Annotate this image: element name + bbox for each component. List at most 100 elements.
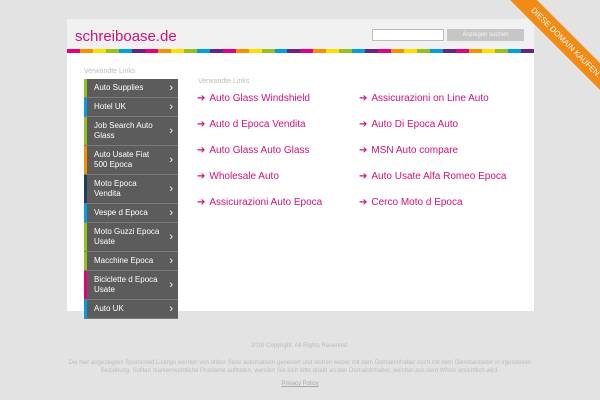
chevron-right-icon: › xyxy=(169,303,173,315)
arrow-right-icon: ➔ xyxy=(197,197,206,208)
related-link[interactable]: ➔ Cerco Moto d Epoca xyxy=(359,197,463,208)
related-link-label: Assicurazioni Auto Epoca xyxy=(209,197,323,208)
arrow-right-icon: ➔ xyxy=(359,119,368,130)
rainbow-segment xyxy=(391,49,405,53)
sidebar-item-label: Vespe d Epoca xyxy=(94,208,148,217)
sidebar-item[interactable]: Job Search Auto Glass › xyxy=(84,117,178,146)
rainbow-segment xyxy=(443,49,457,53)
chevron-right-icon: › xyxy=(169,231,173,243)
rainbow-segment xyxy=(300,49,314,53)
arrow-right-icon: ➔ xyxy=(197,145,206,156)
rainbow-segment xyxy=(222,49,236,53)
links-title: Verwandte Links xyxy=(198,78,250,85)
rainbow-segment xyxy=(326,49,340,53)
rainbow-segment xyxy=(494,49,508,53)
related-link[interactable]: ➔ Wholesale Auto xyxy=(197,171,279,182)
related-link-label: Assicurazioni on Line Auto xyxy=(371,93,489,104)
sidebar-item-stripe xyxy=(84,146,87,174)
search-input[interactable] xyxy=(372,29,444,41)
sidebar-item[interactable]: Auto Supplies › xyxy=(84,79,178,98)
related-link-label: Auto Di Epoca Auto xyxy=(371,119,459,130)
sidebar-item-label: Moto Guzzi Epoca Usate xyxy=(94,227,160,246)
sidebar-item-label: Job Search Auto Glass xyxy=(94,121,153,140)
sidebar-item-stripe xyxy=(84,79,87,97)
related-link[interactable]: ➔ Auto Glass Windshield xyxy=(197,93,310,104)
rainbow-segment xyxy=(79,49,93,53)
search-button[interactable]: Anzeigen suchen xyxy=(447,29,524,41)
arrow-right-icon: ➔ xyxy=(359,171,368,182)
sidebar-item-stripe xyxy=(84,175,87,203)
sidebar-item[interactable]: Macchine Epoca › xyxy=(84,252,178,271)
related-link-label: MSN Auto compare xyxy=(371,145,459,156)
related-link[interactable]: ➔ Assicurazioni Auto Epoca xyxy=(197,197,322,208)
related-link-label: Auto Glass Windshield xyxy=(209,93,310,104)
related-link[interactable]: ➔ Assicurazioni on Line Auto xyxy=(359,93,489,104)
arrow-right-icon: ➔ xyxy=(359,197,368,208)
rainbow-segment xyxy=(482,49,495,53)
related-link[interactable]: ➔ MSN Auto compare xyxy=(359,145,458,156)
arrow-right-icon: ➔ xyxy=(359,145,368,156)
related-link[interactable]: ➔ Auto Glass Auto Glass xyxy=(197,145,309,156)
copyright: 2018 Copyright. All Rights Reserved. xyxy=(250,343,350,349)
rainbow-segment xyxy=(118,49,132,53)
sidebar-item-label: Moto Epoca Vendita xyxy=(94,179,137,198)
sidebar-title: Verwandte Links xyxy=(84,68,136,75)
rainbow-segment xyxy=(157,49,171,53)
related-link-label: Wholesale Auto xyxy=(209,171,279,182)
chevron-right-icon: › xyxy=(169,101,173,113)
rainbow-segment xyxy=(378,49,392,53)
rainbow-segment xyxy=(235,49,249,53)
related-link[interactable]: ➔ Auto Di Epoca Auto xyxy=(359,119,458,130)
sidebar-item[interactable]: Biciclette d Epoca Usate › xyxy=(84,271,178,300)
rainbow-segment xyxy=(248,49,262,53)
sidebar-item-stripe xyxy=(84,252,87,270)
sidebar-item-stripe xyxy=(84,300,87,318)
rainbow-segment xyxy=(404,49,418,53)
main-card: schreiboase.de Anzeigen suchen Verwandte… xyxy=(67,19,534,319)
sidebar-item-stripe xyxy=(84,271,87,299)
rainbow-segment xyxy=(469,49,482,53)
rainbow-segment xyxy=(209,49,223,53)
chevron-right-icon: › xyxy=(169,82,173,94)
sidebar-item[interactable]: Moto Epoca Vendita › xyxy=(84,175,178,204)
rainbow-segment xyxy=(196,49,210,53)
sidebar-item-label: Hotel UK xyxy=(94,102,127,111)
rainbow-segment xyxy=(131,49,145,53)
sidebar-item-label: Auto Usate Fiat 500 Epoca xyxy=(94,150,150,169)
sidebar-item[interactable]: Auto Usate Fiat 500 Epoca › xyxy=(84,146,178,175)
sidebar-item-label: Macchine Epoca xyxy=(94,256,154,265)
rainbow-segment xyxy=(144,49,158,53)
sidebar-item[interactable]: Moto Guzzi Epoca Usate › xyxy=(84,223,178,252)
chevron-right-icon: › xyxy=(169,207,173,219)
rainbow-segment xyxy=(313,49,327,53)
rainbow-segment xyxy=(339,49,353,53)
site-title[interactable]: schreiboase.de xyxy=(75,28,177,45)
related-link-label: Cerco Moto d Epoca xyxy=(371,197,463,208)
sidebar-menu: Auto Supplies › Hotel UK › Job Search Auto G… xyxy=(84,79,178,319)
arrow-right-icon: ➔ xyxy=(359,93,368,104)
related-link[interactable]: ➔ Auto Usate Alfa Romeo Epoca xyxy=(359,171,506,182)
sidebar-item[interactable]: Auto UK › xyxy=(84,300,178,319)
rainbow-segment xyxy=(430,49,444,53)
header-bar: schreiboase.de Anzeigen suchen xyxy=(67,19,534,49)
rainbow-segment xyxy=(170,49,184,53)
sidebar-item-label: Auto Supplies xyxy=(94,83,144,92)
related-link-label: Auto d Epoca Vendita xyxy=(209,119,306,130)
chevron-right-icon: › xyxy=(169,255,173,267)
disclaimer: Die hier angezeigten Sponsored Listings … xyxy=(68,360,532,374)
sidebar-item-label: Auto UK xyxy=(94,304,124,313)
related-link[interactable]: ➔ Auto d Epoca Vendita xyxy=(197,119,306,130)
arrow-right-icon: ➔ xyxy=(197,93,206,104)
sidebar-item-stripe xyxy=(84,98,87,116)
sidebar-item[interactable]: Vespe d Epoca › xyxy=(84,204,178,223)
sidebar-item-label: Biciclette d Epoca Usate xyxy=(94,275,158,294)
sidebar-item[interactable]: Hotel UK › xyxy=(84,98,178,117)
related-link-label: Auto Glass Auto Glass xyxy=(209,145,310,156)
privacy-policy-link[interactable]: Privacy Policy xyxy=(0,381,600,387)
sidebar-item-stripe xyxy=(84,117,87,145)
sidebar-item-stripe xyxy=(84,204,87,222)
chevron-right-icon: › xyxy=(169,183,173,195)
arrow-right-icon: ➔ xyxy=(197,171,206,182)
rainbow-segment xyxy=(274,49,288,53)
chevron-right-icon: › xyxy=(169,279,173,291)
